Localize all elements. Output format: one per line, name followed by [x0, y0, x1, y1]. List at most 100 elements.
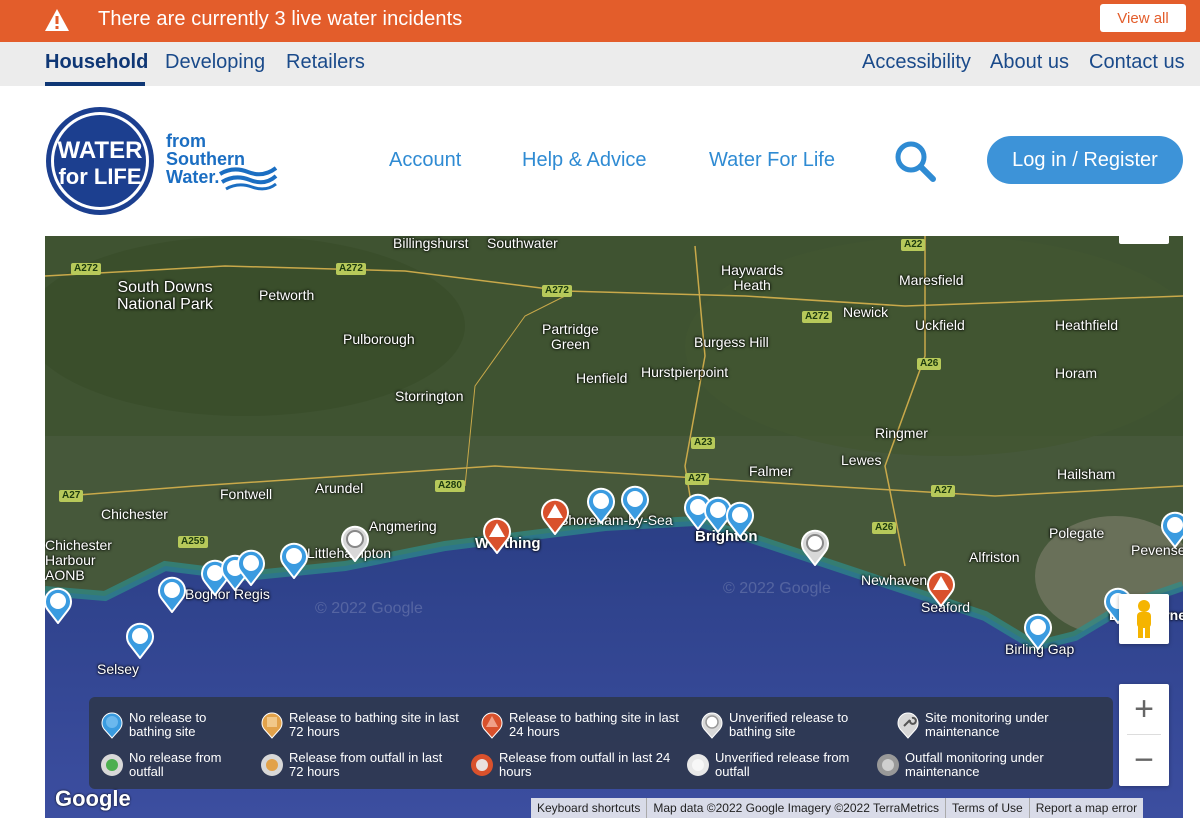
fullscreen-button[interactable]	[1119, 236, 1169, 244]
wrench-icon	[897, 712, 919, 739]
zoom-control: + −	[1119, 684, 1169, 786]
road-shield: A27	[59, 490, 84, 502]
map-attribution: Keyboard shortcuts Map data ©2022 Google…	[531, 798, 1144, 818]
nav-developing[interactable]: Developing	[165, 51, 265, 74]
road-shield: A26	[872, 522, 897, 534]
place-label: Billingshurst	[393, 236, 469, 251]
place-label: Partridge Green	[542, 321, 599, 352]
nav-water-for-life[interactable]: Water For Life	[709, 149, 835, 172]
place-label: Pulborough	[343, 331, 415, 347]
map-legend: No release to bathing site Release to ba…	[89, 697, 1113, 789]
bathing-site-marker[interactable]	[585, 486, 617, 524]
bathing-site-marker[interactable]	[156, 575, 188, 613]
release-24h-marker[interactable]	[925, 569, 957, 607]
unverified-release-marker[interactable]	[339, 524, 371, 562]
zoom-in-button[interactable]: +	[1119, 684, 1169, 735]
place-label: Selsey	[97, 661, 140, 677]
terms-of-use-link[interactable]: Terms of Use	[945, 798, 1029, 818]
bathing-site-marker[interactable]	[124, 621, 156, 659]
place-label: Fontwell	[220, 486, 273, 502]
login-register-button[interactable]: Log in / Register	[987, 136, 1183, 184]
nav-about-us[interactable]: About us	[990, 51, 1069, 74]
view-all-button[interactable]: View all	[1100, 4, 1186, 32]
place-label: South Downs National Park	[117, 279, 214, 313]
place-label: Uckfield	[915, 317, 965, 333]
map-watermark: © 2022 Google	[315, 600, 423, 617]
map-data-credit: Map data ©2022 Google Imagery ©2022 Terr…	[646, 798, 945, 818]
place-label: Southwater	[487, 236, 558, 251]
release-24h-marker[interactable]	[539, 497, 571, 535]
place-label: Newick	[843, 304, 889, 320]
street-view-pegman[interactable]	[1119, 594, 1169, 644]
incident-message: There are currently 3 live water inciden…	[98, 8, 463, 30]
dot-red-icon	[471, 754, 493, 776]
incident-map[interactable]: Billingshurst Southwater South Downs Nat…	[45, 236, 1183, 818]
legend-item: Unverified release from outfall	[685, 751, 875, 779]
dot-green-icon	[101, 754, 123, 776]
audience-nav: Household Developing Retailers Accessibi…	[0, 42, 1200, 86]
nav-accessibility[interactable]: Accessibility	[862, 51, 971, 74]
place-label: Angmering	[369, 518, 437, 534]
road-shield: A280	[435, 480, 465, 492]
legend-item: No release from outfall	[99, 751, 249, 779]
nav-contact-us[interactable]: Contact us	[1089, 51, 1185, 74]
bathing-site-marker[interactable]	[1159, 510, 1183, 548]
bathing-site-marker[interactable]	[619, 484, 651, 522]
report-map-error-link[interactable]: Report a map error	[1028, 798, 1143, 818]
logo-text-line1: WATER	[58, 137, 143, 164]
legend-item: Outfall monitoring under maintenance	[875, 751, 1095, 779]
logo-text-line2: for LIFE	[58, 164, 141, 189]
road-shield: A26	[917, 358, 942, 370]
place-label: Horam	[1055, 365, 1098, 381]
place-label: Lewes	[841, 452, 882, 468]
road-shield: A272	[802, 311, 832, 323]
bathing-site-marker[interactable]	[45, 586, 74, 624]
waves-icon	[218, 166, 278, 191]
place-label: Falmer	[749, 463, 793, 479]
pin-triangle-icon	[481, 712, 503, 739]
nav-account[interactable]: Account	[389, 149, 461, 172]
water-for-life-logo[interactable]: WATER for LIFE	[44, 106, 156, 216]
nav-help-advice[interactable]: Help & Advice	[522, 149, 647, 172]
bathing-site-marker[interactable]	[1022, 612, 1054, 650]
place-label: Maresfield	[899, 272, 964, 288]
place-label: Ringmer	[875, 425, 928, 441]
place-label: Petworth	[259, 287, 315, 303]
legend-item: Unverified release to bathing site	[699, 711, 879, 739]
nav-retailers[interactable]: Retailers	[286, 51, 365, 74]
zoom-divider	[1127, 734, 1161, 735]
zoom-out-button[interactable]: −	[1119, 735, 1169, 786]
place-label: Polegate	[1049, 525, 1105, 541]
road-shield: A272	[71, 263, 101, 275]
place-label: Alfriston	[969, 549, 1020, 565]
dot-grey-icon	[877, 754, 899, 776]
dot-amber-icon	[261, 754, 283, 776]
keyboard-shortcuts-link[interactable]: Keyboard shortcuts	[531, 798, 646, 818]
road-shield: A272	[542, 285, 572, 297]
pin-blue-icon	[101, 712, 123, 739]
search-icon[interactable]	[892, 138, 938, 184]
incident-banner: There are currently 3 live water inciden…	[0, 0, 1200, 42]
place-label: Hurstpierpoint	[641, 364, 729, 380]
legend-item: Release from outfall in last 24 hours	[469, 751, 679, 779]
pegman-icon	[1137, 600, 1151, 638]
release-24h-marker[interactable]	[481, 516, 513, 554]
legend-item: Release from outfall in last 72 hours	[259, 751, 459, 779]
pin-grey-icon	[701, 712, 723, 739]
unverified-release-marker[interactable]	[799, 528, 831, 566]
place-label: Hailsham	[1057, 466, 1116, 482]
bathing-site-marker[interactable]	[278, 541, 310, 579]
site-header: WATER for LIFE from Southern Water. Acco…	[0, 86, 1200, 236]
warning-icon	[45, 9, 69, 31]
legend-item: No release to bathing site	[99, 711, 249, 739]
road-shield: A259	[178, 536, 208, 548]
place-label: Chichester Harbour AONB	[45, 537, 112, 583]
nav-household[interactable]: Household	[45, 51, 148, 74]
road-shield: A27	[685, 473, 710, 485]
pin-square-icon	[261, 712, 283, 739]
place-label: Henfield	[576, 370, 628, 386]
bathing-site-marker[interactable]	[724, 500, 756, 538]
place-label: Haywards Heath	[721, 262, 784, 293]
bathing-site-marker[interactable]	[235, 548, 267, 586]
place-label: Chichester	[101, 506, 168, 522]
